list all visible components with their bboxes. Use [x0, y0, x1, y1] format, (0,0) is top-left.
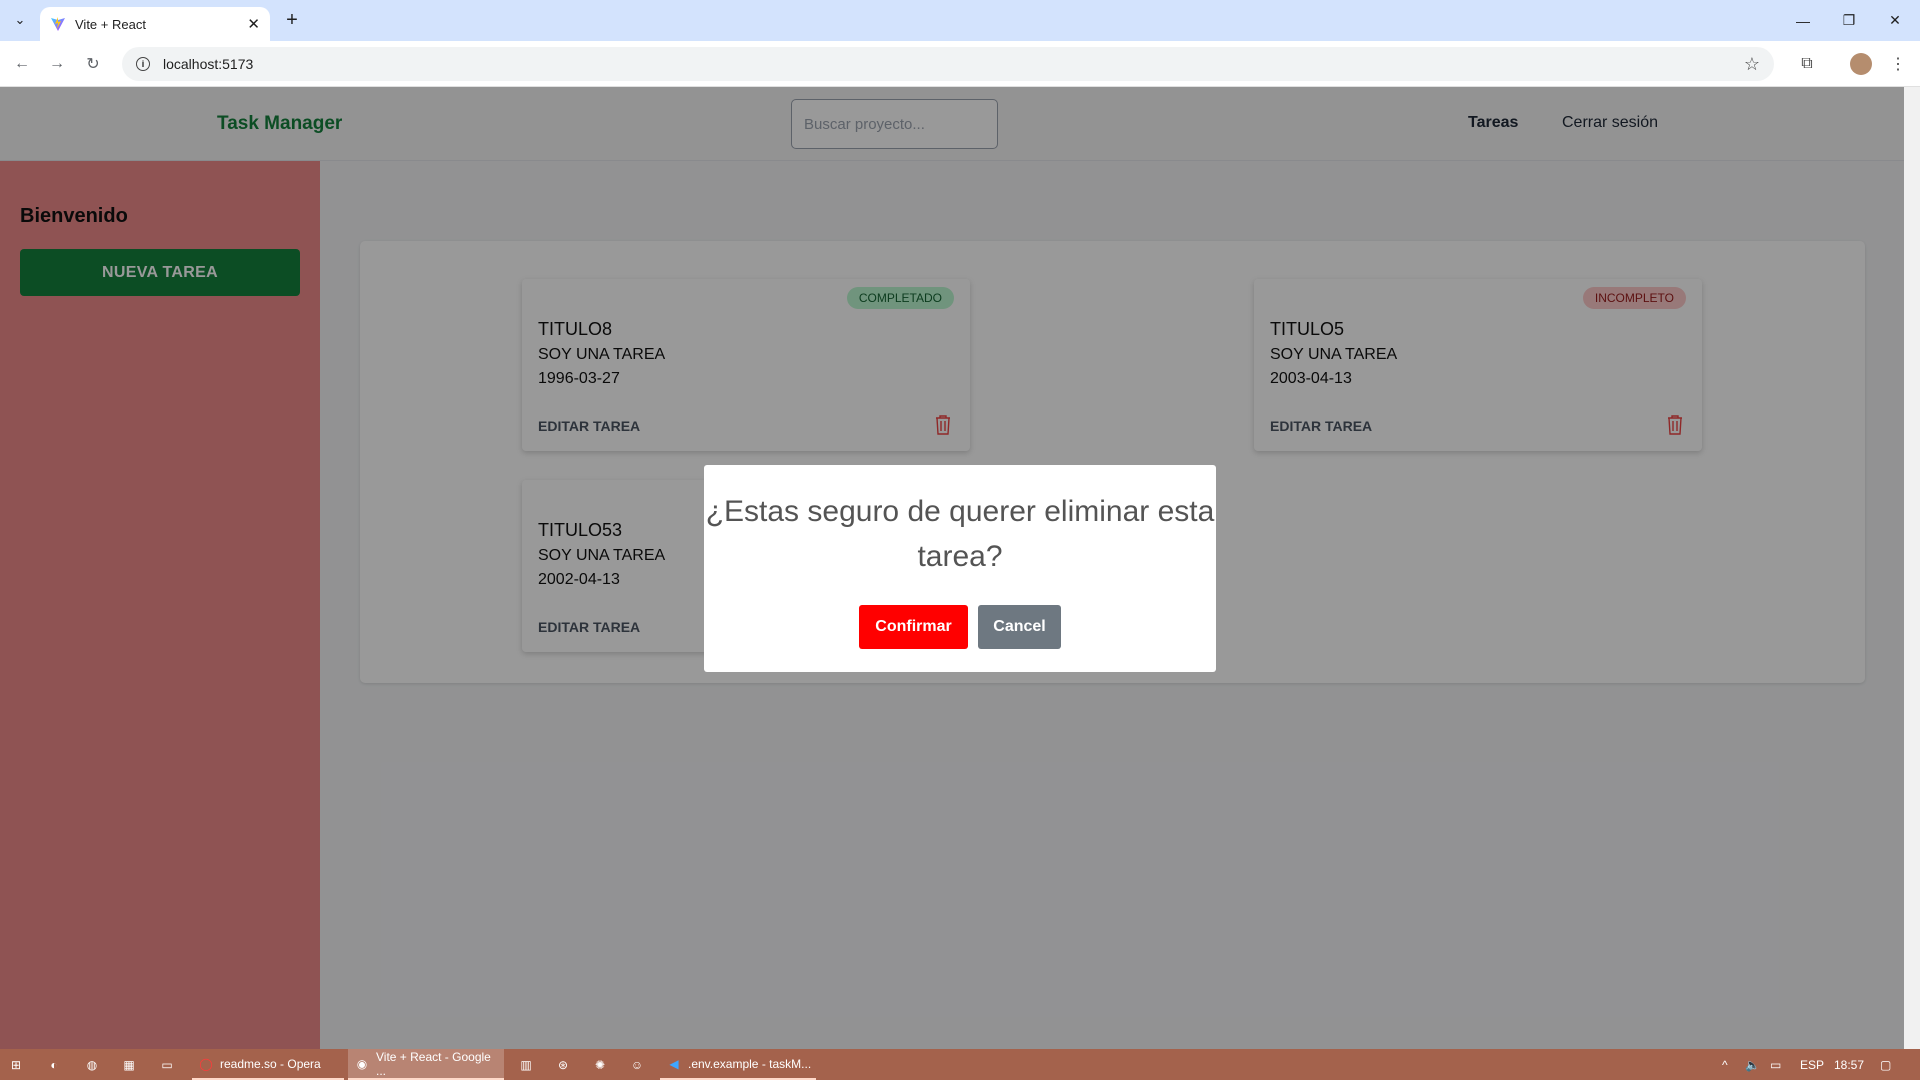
taskbar-app-label: readme.so - Opera — [220, 1056, 321, 1071]
browser-tab-active[interactable]: Vite + React ✕ — [40, 7, 270, 41]
dialog-title: ¿Estas seguro de querer eliminar esta ta… — [705, 495, 1215, 573]
menu-kebab-icon[interactable]: ⋮ — [1886, 52, 1910, 76]
file-explorer-icon[interactable]: ▭ — [159, 1049, 175, 1080]
steam-icon[interactable]: ⊛ — [555, 1049, 571, 1080]
forward-icon[interactable]: → — [45, 52, 69, 76]
site-info-icon[interactable]: i — [136, 57, 150, 71]
bookmark-star-icon[interactable]: ☆ — [1744, 54, 1760, 75]
confirm-button[interactable]: Confirmar — [859, 605, 968, 649]
windows-taskbar: ⊞ ◐ ◍ ▦ ▭ ◯ readme.so - Opera ◉ Vite + R… — [0, 1049, 1920, 1080]
minimize-icon[interactable]: — — [1780, 0, 1826, 41]
back-icon[interactable]: ← — [10, 52, 34, 76]
vscode-icon: ◀ — [669, 1056, 679, 1071]
tab-search-chevron-icon[interactable]: ⌄ — [8, 8, 32, 32]
chrome-icon: ◉ — [356, 1056, 368, 1071]
windows-start-icon[interactable]: ⊞ — [8, 1049, 24, 1080]
taskbar-app-label: Vite + React - Google ... — [375, 1049, 491, 1078]
taskbar-app-chrome[interactable]: ◉ Vite + React - Google ... — [348, 1049, 504, 1080]
chatgpt-icon[interactable]: ✺ — [592, 1049, 608, 1080]
page-scrollbar[interactable] — [1904, 87, 1920, 1049]
url-text: localhost:5173 — [163, 56, 254, 72]
edge-icon[interactable]: ◐ — [46, 1049, 62, 1080]
extensions-icon[interactable]: ⧉ — [1795, 52, 1819, 76]
cancel-button[interactable]: Cancel — [978, 605, 1061, 649]
app-viewport: Task Manager Tareas Cerrar sesión Bienve… — [0, 87, 1904, 1049]
app-icon-books[interactable]: ▥ — [518, 1049, 534, 1080]
confirm-delete-dialog: ¿Estas seguro de querer eliminar esta ta… — [704, 465, 1216, 672]
opera-icon: ◯ — [199, 1056, 213, 1071]
network-icon[interactable]: ▭ — [1770, 1049, 1781, 1080]
reload-icon[interactable]: ↻ — [81, 52, 105, 76]
taskbar-app-label: .env.example - taskM... — [688, 1056, 812, 1071]
store-icon[interactable]: ▦ — [121, 1049, 137, 1080]
chrome-canary-icon[interactable]: ◍ — [84, 1049, 100, 1080]
browser-toolbar: ← → ↻ i localhost:5173 ☆ ⧉ ⋮ — [0, 41, 1920, 87]
notifications-icon[interactable]: ▢ — [1880, 1049, 1891, 1080]
taskbar-app-vscode[interactable]: ◀ .env.example - taskM... — [660, 1049, 816, 1080]
volume-icon[interactable]: 🔈 — [1745, 1049, 1760, 1080]
discord-icon[interactable]: ☺ — [629, 1049, 645, 1080]
taskbar-app-opera[interactable]: ◯ readme.so - Opera — [192, 1049, 344, 1080]
new-tab-icon[interactable]: + — [280, 8, 304, 32]
restore-icon[interactable]: ❐ — [1826, 0, 1872, 41]
profile-avatar[interactable] — [1849, 52, 1873, 76]
vite-logo-icon — [51, 17, 65, 31]
address-bar[interactable]: i localhost:5173 ☆ — [122, 47, 1774, 81]
tab-title: Vite + React — [75, 16, 146, 32]
clock[interactable]: 18:57 — [1834, 1049, 1864, 1080]
language-indicator[interactable]: ESP — [1800, 1049, 1824, 1080]
tray-chevron-up-icon[interactable]: ^ — [1722, 1049, 1728, 1080]
close-window-icon[interactable]: ✕ — [1872, 0, 1918, 41]
browser-tab-strip: ⌄ Vite + React ✕ + — ❐ ✕ — [0, 0, 1920, 41]
close-tab-icon[interactable]: ✕ — [247, 15, 260, 33]
